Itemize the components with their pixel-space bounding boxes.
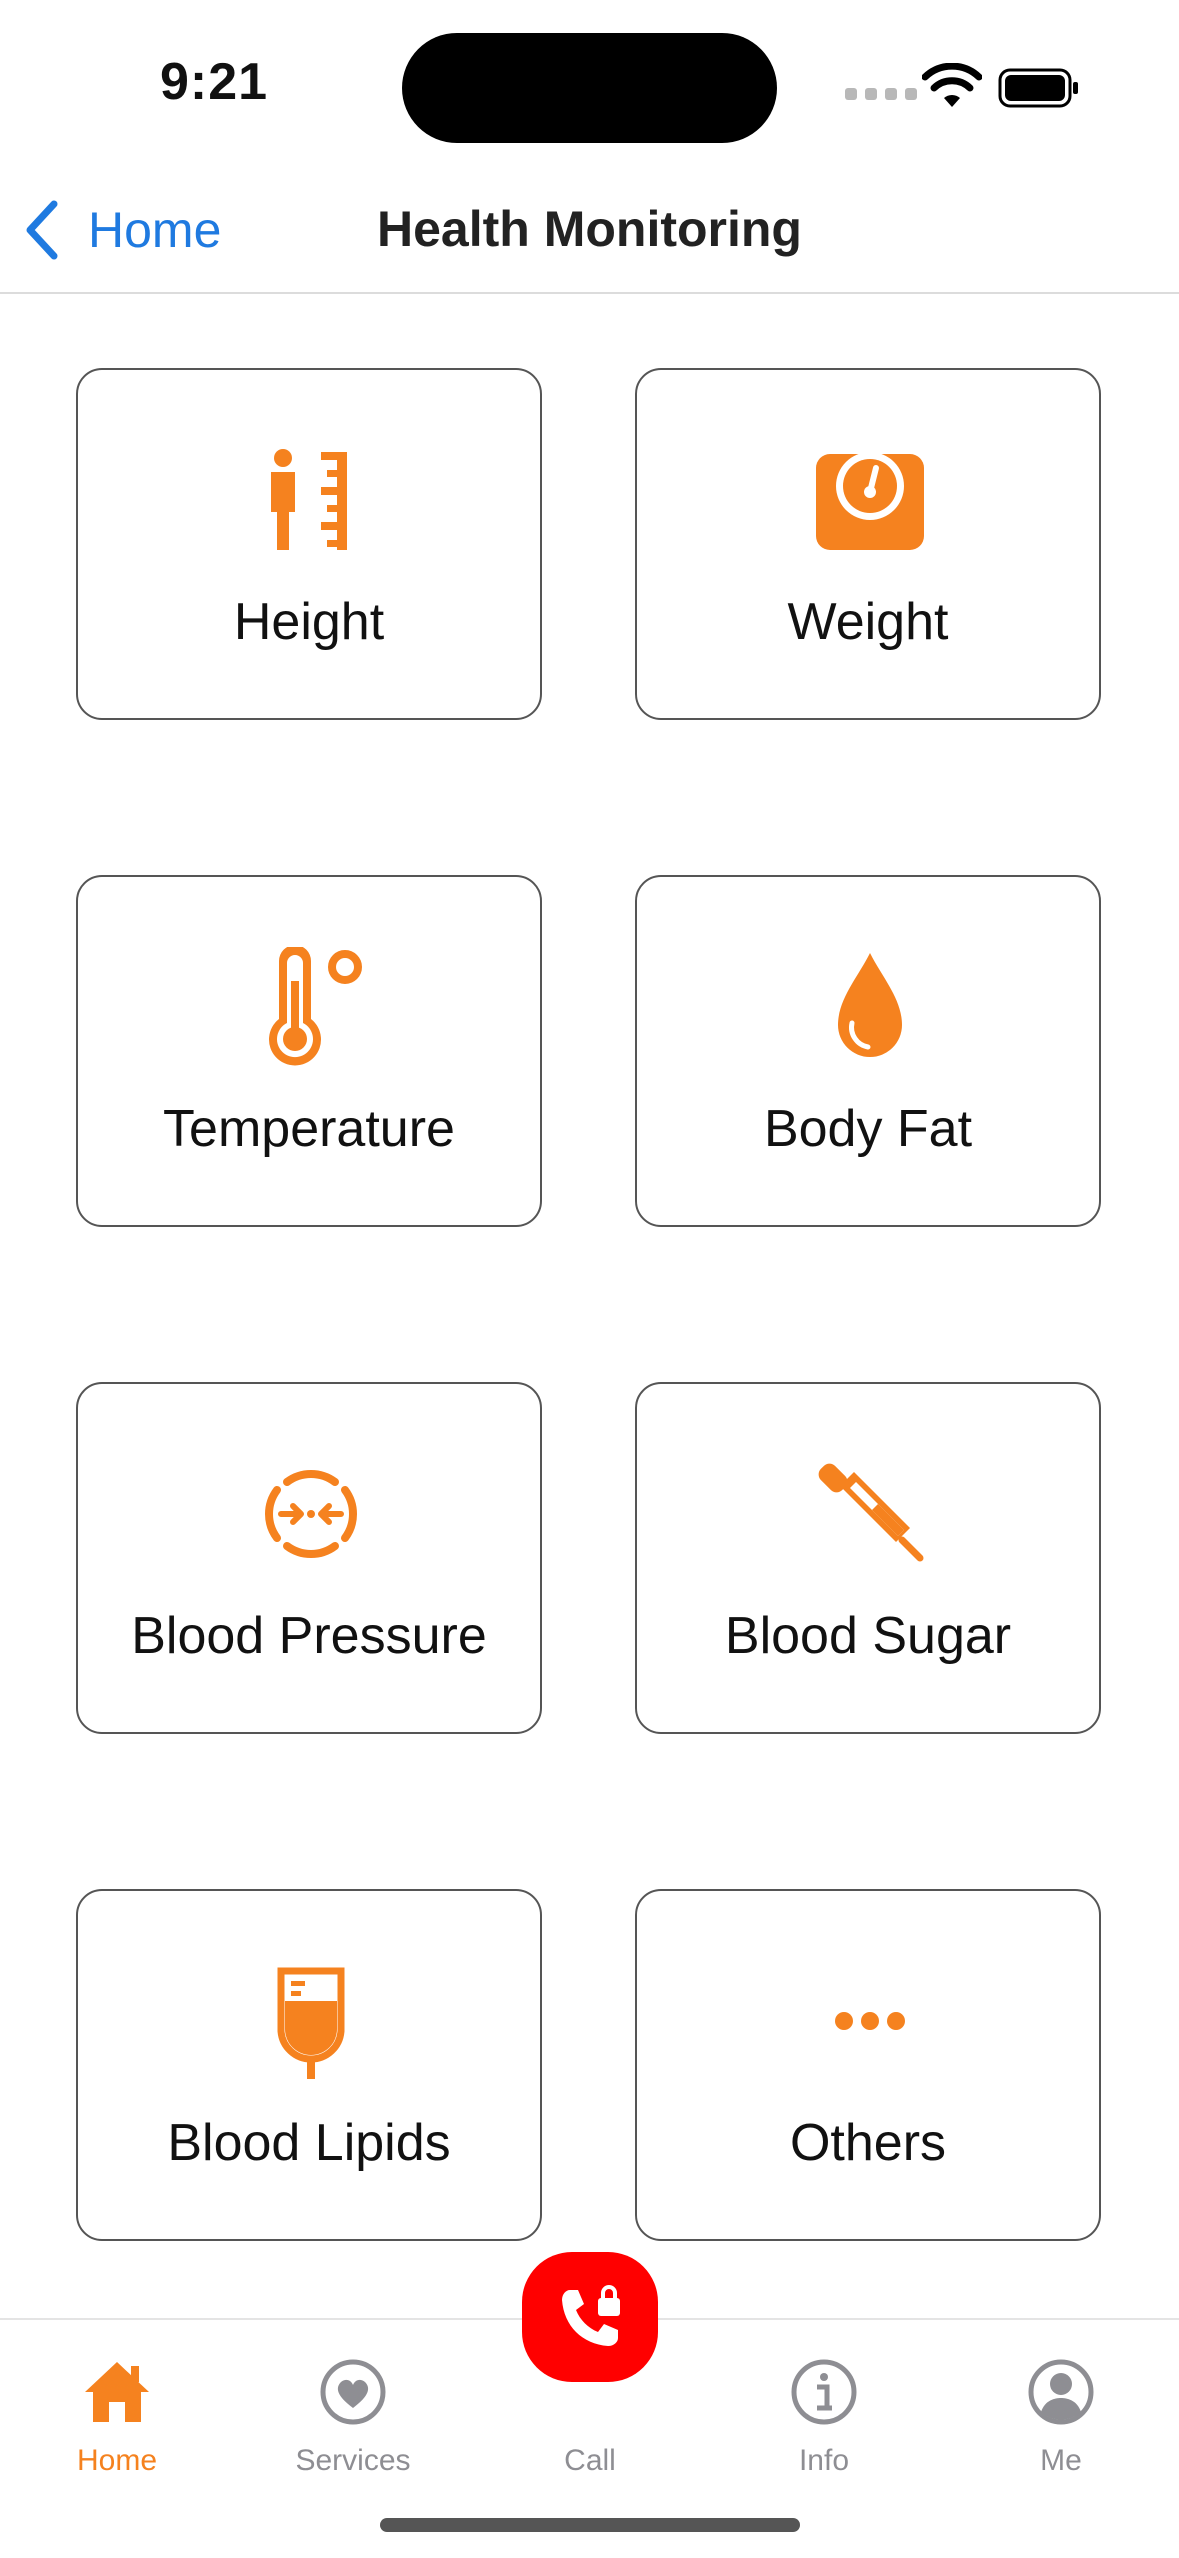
tile-others[interactable]: Others [635, 1889, 1101, 2241]
height-measure-icon [271, 449, 347, 550]
heart-circle-icon [320, 2359, 386, 2425]
call-button[interactable] [522, 2252, 658, 2382]
tile-label: Height [233, 593, 385, 651]
battery-icon [998, 68, 1078, 108]
status-time: 9:21 [160, 53, 269, 111]
info-icon [791, 2359, 857, 2425]
tile-height[interactable]: Height [76, 368, 542, 720]
tile-label: Temperature [163, 1100, 455, 1158]
wifi-icon [922, 63, 982, 107]
status-bar: 9:21 [0, 0, 1179, 170]
tile-label: Blood Pressure [131, 1607, 487, 1665]
tab-services[interactable]: Services [253, 2342, 453, 2482]
scale-icon [816, 452, 924, 550]
dropper-icon [818, 1463, 924, 1562]
tile-label: Body Fat [763, 1100, 973, 1158]
person-icon [1028, 2359, 1094, 2425]
home-indicator [380, 2518, 800, 2532]
cellular-signal-icon [845, 88, 917, 100]
more-dots-icon [835, 2012, 905, 2030]
tab-label: Info [798, 2444, 850, 2477]
tile-blood-pressure[interactable]: Blood Pressure [76, 1382, 542, 1734]
tile-blood-sugar[interactable]: Blood Sugar [635, 1382, 1101, 1734]
drop-icon [838, 953, 902, 1057]
tab-label: Home [76, 2444, 158, 2477]
tile-temperature[interactable]: Temperature [76, 875, 542, 1227]
tile-label: Blood Lipids [167, 2114, 451, 2172]
tile-label: Others [789, 2114, 947, 2172]
tile-body-fat[interactable]: Body Fat [635, 875, 1101, 1227]
page-title: Health Monitoring [377, 201, 802, 257]
pressure-gauge-icon [265, 1470, 357, 1558]
tile-blood-lipids[interactable]: Blood Lipids [76, 1889, 542, 2241]
iv-bag-icon [277, 1967, 345, 2079]
tile-weight[interactable]: Weight [635, 368, 1101, 720]
dynamic-island [402, 33, 777, 143]
house-icon [85, 2362, 149, 2422]
tab-home[interactable]: Home [17, 2342, 217, 2482]
tile-label: Blood Sugar [724, 1607, 1012, 1665]
tile-label: Weight [787, 593, 949, 651]
tab-me[interactable]: Me [961, 2342, 1161, 2482]
phone-icon [562, 2285, 620, 2346]
navigation-bar: Home Health Monitoring [0, 170, 1179, 294]
tab-info[interactable]: Info [724, 2342, 924, 2482]
tab-label: Call [564, 2444, 616, 2477]
tab-label: Me [1040, 2444, 1082, 2477]
tab-label: Services [295, 2444, 411, 2477]
thermometer-icon [269, 947, 362, 1066]
